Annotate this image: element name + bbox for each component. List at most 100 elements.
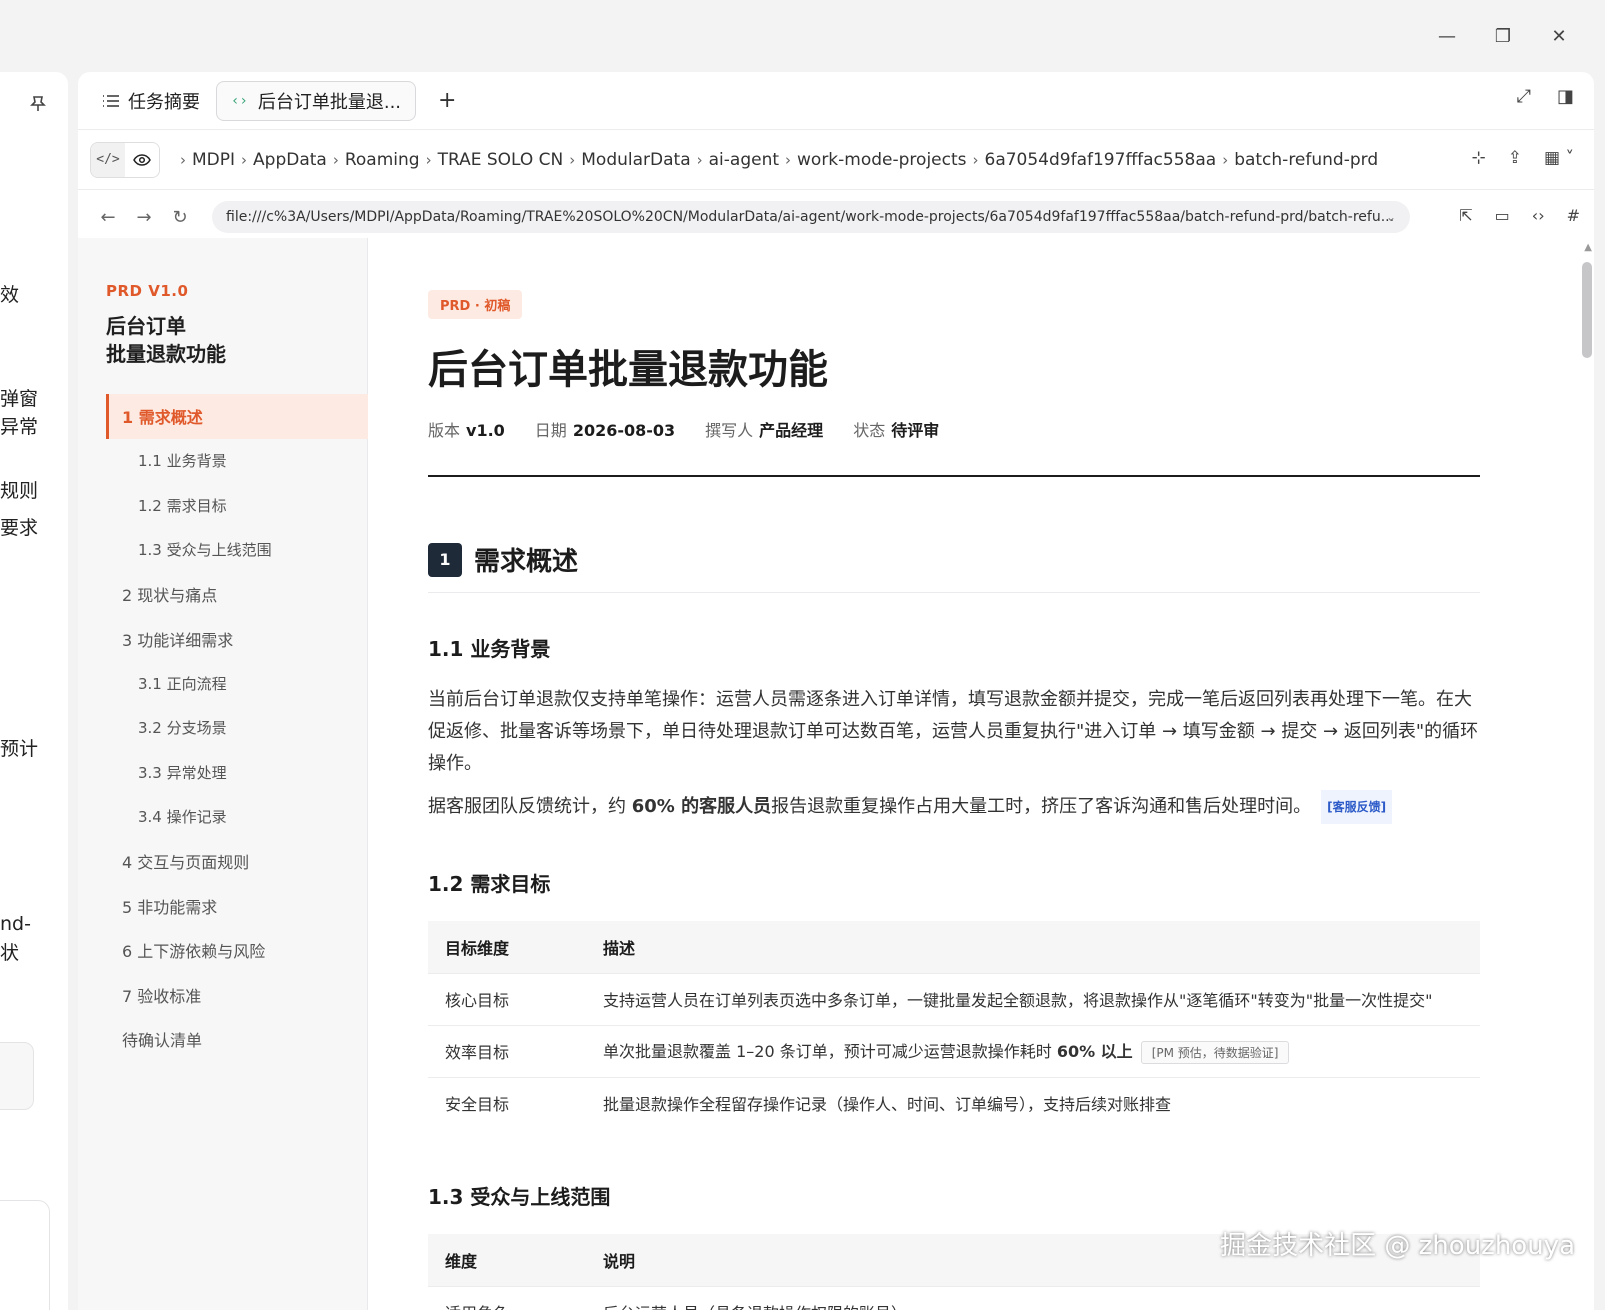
citation-tag: [客服反馈] — [1321, 790, 1393, 824]
expand-icon[interactable]: ⤢ — [1517, 86, 1531, 107]
table-cell: 效率目标 — [428, 1024, 586, 1077]
table-of-contents: PRD V1.0 后台订单 批量退款功能 1 需求概述 1.1 业务背景 1.2 需… — [78, 238, 368, 1310]
toc-item[interactable]: 1 需求概述 — [106, 394, 368, 439]
tab-document[interactable]: ‹› 后台订单批量退... — [216, 80, 417, 121]
toc-item[interactable]: 待确认清单 — [106, 1017, 368, 1062]
toc-title-line: 后台订单 — [106, 314, 186, 338]
toc-item[interactable]: 7 验收标准 — [106, 973, 368, 1018]
tab-task-summary[interactable]: 任务摘要 — [94, 81, 208, 121]
toc-item[interactable]: 3.3 异常处理 — [106, 750, 368, 795]
toc-item[interactable]: 3 功能详细需求 — [106, 617, 368, 662]
meta-label: 状态 — [853, 421, 886, 440]
meta-label: 版本 — [428, 421, 461, 440]
breadcrumb-item[interactable]: Roaming — [345, 150, 420, 170]
left-panel-input-card[interactable] — [0, 1200, 50, 1310]
left-panel-text: 异常 — [0, 416, 39, 438]
pin-icon[interactable] — [28, 94, 48, 114]
inspect-icon[interactable]: ⇱ — [1459, 206, 1472, 225]
code-icon: ‹› — [231, 92, 248, 109]
meta-label: 撰写人 — [705, 421, 754, 440]
close-button[interactable]: ✕ — [1531, 18, 1587, 54]
estimate-note: [PM 预估，待数据验证] — [1140, 1041, 1290, 1064]
hash-icon[interactable]: # — [1567, 206, 1580, 225]
chevron-right-icon: › — [332, 150, 339, 169]
apps-icon[interactable]: ▦ ˅ — [1544, 148, 1574, 168]
eye-icon — [133, 153, 151, 166]
chevron-right-icon: › — [425, 150, 432, 169]
paragraph: 据客服团队反馈统计，约 60% 的客服人员报告退款重复操作占用大量工时，挤压了客… — [428, 790, 1480, 824]
subsection-heading: 1.2 需求目标 — [428, 872, 551, 896]
scrollbar-thumb[interactable] — [1582, 262, 1592, 358]
tab-label: 后台订单批量退... — [257, 91, 402, 113]
select-element-icon[interactable]: ⊹ — [1472, 148, 1486, 168]
scroll-up-icon[interactable]: ▲ — [1584, 242, 1592, 253]
toc-item[interactable]: 1.2 需求目标 — [106, 483, 368, 528]
code-view-button[interactable]: </> — [91, 142, 125, 177]
breadcrumb-item[interactable]: AppData — [253, 150, 327, 170]
toc-item[interactable]: 1.3 受众与上线范围 — [106, 528, 368, 573]
breadcrumb-item[interactable]: ModularData — [581, 150, 690, 170]
breadcrumb-item[interactable]: TRAE SOLO CN — [438, 150, 564, 170]
table-cell: 单次批量退款覆盖 1–20 条订单，预计可减少运营退款操作耗时 60% 以上 [P… — [586, 1024, 1480, 1077]
source-code-icon[interactable]: ‹› — [1532, 206, 1545, 225]
chevron-right-icon: › — [180, 150, 186, 169]
meta-value: 待评审 — [891, 421, 940, 440]
meta-date: 日期 2026-08-03 — [535, 417, 675, 441]
reload-icon[interactable]: ↻ — [162, 207, 198, 228]
list-icon — [103, 94, 119, 107]
chevron-down-icon[interactable]: ⌄ — [1386, 210, 1396, 224]
meta-value: 2026-08-03 — [572, 421, 676, 440]
table-row: 安全目标 批量退款操作全程留存操作记录（操作人、时间、订单编号），支持后续对账排… — [428, 1076, 1480, 1129]
window-controls: — ❐ ✕ — [1419, 18, 1587, 54]
scrollbar[interactable]: ▲ — [1580, 238, 1594, 1310]
table-header-row: 目标维度 描述 — [428, 921, 1480, 973]
sidebar-toggle-icon[interactable]: ◨ — [1557, 86, 1574, 107]
minimize-button[interactable]: — — [1419, 18, 1475, 54]
toc-list: 1 需求概述 1.1 业务背景 1.2 需求目标 1.3 受众与上线范围 2 现状与痛点… — [106, 394, 368, 1062]
table-row: 效率目标 单次批量退款覆盖 1–20 条订单，预计可减少运营退款操作耗时 60%… — [428, 1024, 1480, 1077]
section-heading: 1 需求概述 — [428, 541, 1480, 593]
chevron-right-icon: › — [785, 150, 792, 169]
toc-tag: PRD V1.0 — [106, 282, 189, 300]
toc-item[interactable]: 1.1 业务背景 — [106, 439, 368, 484]
restore-button[interactable]: ❐ — [1475, 18, 1531, 54]
toc-item[interactable]: 5 非功能需求 — [106, 884, 368, 929]
toc-item[interactable]: 3.1 正向流程 — [106, 661, 368, 706]
bold-text: 60% 的客服人员 — [631, 796, 772, 817]
breadcrumb-item[interactable]: batch-refund-prd — [1234, 150, 1378, 170]
breadcrumb-item[interactable]: work-mode-projects — [797, 150, 966, 170]
left-panel-text: 规则 — [0, 480, 39, 502]
view-mode-toggle: </> — [90, 141, 160, 178]
table-cell: 支持运营人员在订单列表页选中多条订单，一键批量发起全额退款，将退款操作从"逐笔循… — [586, 972, 1480, 1025]
share-icon[interactable]: ⇪ — [1508, 148, 1522, 168]
table-cell: 适用角色 — [428, 1285, 586, 1310]
toc-item[interactable]: 6 上下游依赖与风险 — [106, 928, 368, 973]
table-row: 核心目标 支持运营人员在订单列表页选中多条订单，一键批量发起全额退款，将退款操作… — [428, 972, 1480, 1025]
url-input[interactable]: file:///c%3A/Users/MDPI/AppData/Roaming/… — [212, 201, 1410, 233]
breadcrumb: › MDPI › AppData › Roaming › TRAE SOLO CN › Modul… — [174, 150, 1384, 170]
breadcrumb-item[interactable]: MDPI — [192, 150, 235, 170]
chevron-right-icon: › — [972, 150, 979, 169]
left-panel-text: 预计 — [0, 738, 39, 760]
meta-value: 产品经理 — [759, 421, 824, 440]
paragraph: 当前后台订单退款仅支持单笔操作：运营人员需逐条进入订单详情，填写退款金额并提交，… — [428, 689, 1479, 774]
toc-item[interactable]: 2 现状与痛点 — [106, 572, 368, 617]
table-cell: 安全目标 — [428, 1076, 586, 1129]
left-panel-text: 弹窗 — [0, 388, 39, 410]
forward-icon[interactable]: → — [126, 207, 162, 228]
breadcrumb-item[interactable]: 6a7054d9faf197fffac558aa — [985, 150, 1217, 170]
preview-view-button[interactable] — [125, 142, 159, 177]
add-tab-button[interactable]: + — [438, 88, 456, 113]
device-icon[interactable]: ▭ — [1495, 206, 1510, 225]
breadcrumb-item[interactable]: ai-agent — [709, 150, 779, 170]
page-content: PRD V1.0 后台订单 批量退款功能 1 需求概述 1.1 业务背景 1.2 需… — [78, 238, 1594, 1310]
left-panel-text: nd- — [0, 913, 31, 935]
section-number: 1 — [428, 542, 462, 577]
toc-item[interactable]: 3.4 操作记录 — [106, 795, 368, 840]
toc-item[interactable]: 4 交互与页面规则 — [106, 839, 368, 884]
back-icon[interactable]: ← — [90, 207, 126, 228]
left-panel-card[interactable] — [0, 1042, 34, 1110]
bold-text: 60% 以上 — [1056, 1042, 1133, 1061]
toc-item[interactable]: 3.2 分支场景 — [106, 706, 368, 751]
browser-panel: 任务摘要 ‹› 后台订单批量退... + ⤢ ◨ </> › MDPI › AppDa… — [78, 72, 1594, 1310]
